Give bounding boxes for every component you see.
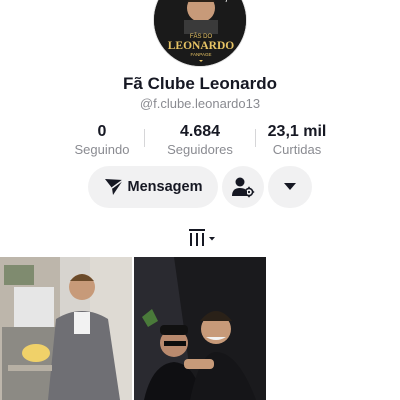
more-options-button[interactable] — [268, 166, 312, 208]
tab-videos[interactable] — [187, 228, 219, 248]
add-friend-button[interactable] — [222, 166, 264, 208]
person-gear-icon — [232, 177, 255, 198]
avatar-text-top: FÃS DO — [190, 33, 213, 40]
grid-bars-icon — [189, 229, 215, 246]
profile-stats: 0 Seguindo 4.684 Seguidores 23,1 mil Cur… — [0, 122, 400, 158]
username: @f.clube.leonardo13 — [139, 96, 261, 111]
stat-followers-label: Seguidores — [167, 142, 233, 157]
avatar[interactable]: FÃS DO LEONARDO FANPAGE — [153, 0, 247, 67]
video-thumbnail[interactable] — [0, 257, 132, 400]
stat-likes[interactable]: 23,1 mil Curtidas — [242, 122, 352, 158]
avatar-text-bottom: FANPAGE — [191, 52, 212, 57]
video-thumbnail[interactable] — [134, 257, 266, 400]
message-button-label: Mensagem — [127, 179, 203, 195]
stat-following[interactable]: 0 Seguindo — [47, 122, 157, 158]
video-grid — [0, 257, 400, 400]
message-button[interactable]: Mensagem — [88, 166, 218, 208]
avatar-text-main: LEONARDO — [168, 40, 235, 52]
stat-following-label: Seguindo — [74, 142, 130, 157]
send-icon — [104, 179, 123, 195]
stat-likes-value: 23,1 mil — [267, 123, 327, 140]
dropdown-arrow-icon — [284, 183, 296, 190]
stat-following-value: 0 — [97, 123, 107, 140]
profile-tabs — [0, 226, 400, 250]
stat-likes-label: Curtidas — [272, 142, 322, 157]
stat-followers[interactable]: 4.684 Seguidores — [145, 122, 255, 158]
stat-followers-value: 4.684 — [179, 123, 221, 140]
display-name: Fã Clube Leonardo — [123, 74, 277, 93]
